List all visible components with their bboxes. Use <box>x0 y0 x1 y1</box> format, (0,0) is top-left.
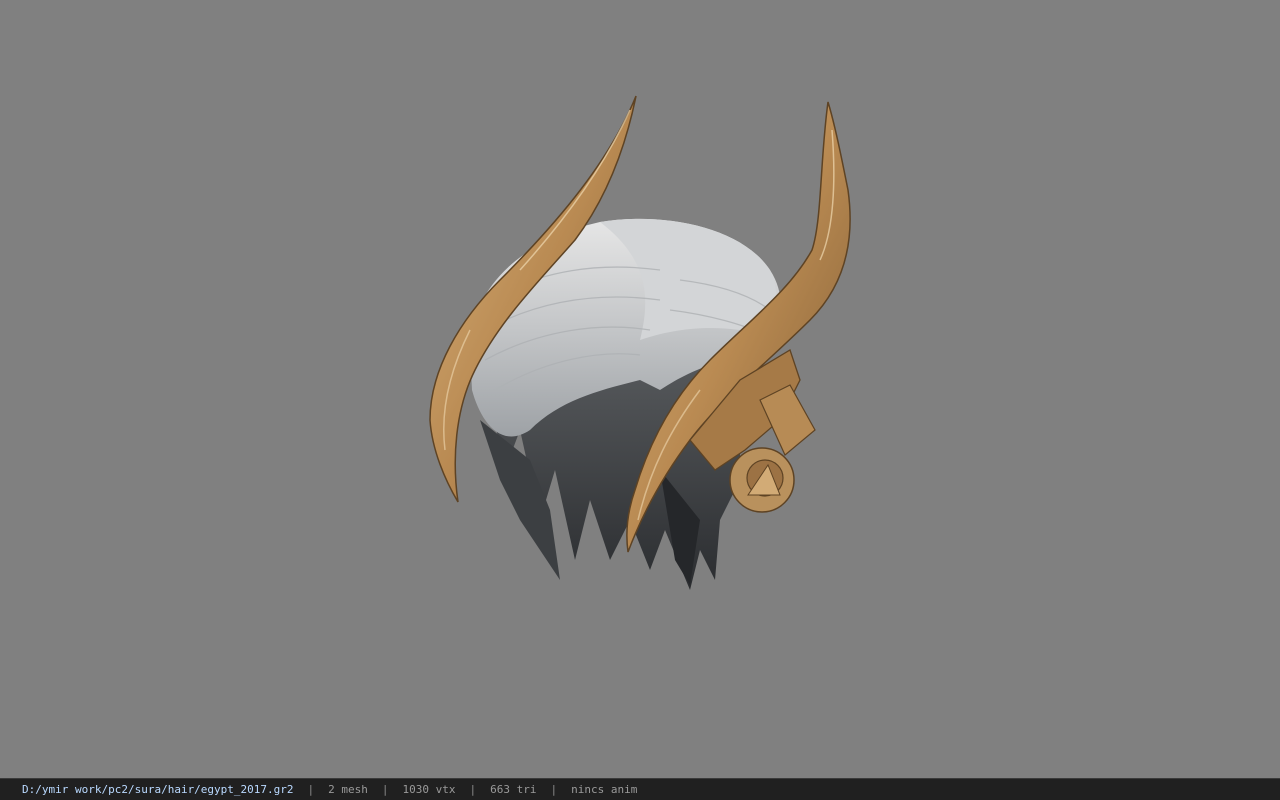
vertex-count-label: 1030 vtx <box>402 783 456 796</box>
mesh-count-label: 2 mesh <box>328 783 368 796</box>
file-path-label: D:/ymir work/pc2/sura/hair/egypt_2017.gr… <box>22 783 294 796</box>
status-separator: | <box>469 783 477 796</box>
status-separator: | <box>307 783 315 796</box>
animation-state-label: nincs anim <box>571 783 638 796</box>
3d-viewport[interactable] <box>0 0 1280 778</box>
hair-model-render[interactable] <box>0 0 1280 778</box>
status-separator: | <box>550 783 558 796</box>
triangle-count-label: 663 tri <box>490 783 537 796</box>
status-bar: D:/ymir work/pc2/sura/hair/egypt_2017.gr… <box>0 778 1280 800</box>
status-separator: | <box>381 783 389 796</box>
